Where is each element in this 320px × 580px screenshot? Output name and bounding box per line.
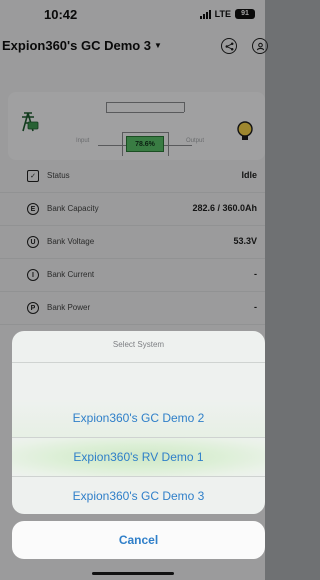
system-option-rv-demo-1[interactable]: Expion360's RV Demo 1 (12, 438, 265, 476)
select-system-sheet: Select System Expion360's GC Demo 2 Expi… (12, 331, 265, 514)
home-indicator (92, 572, 174, 575)
system-option-gc-demo-2[interactable]: Expion360's GC Demo 2 (12, 399, 265, 437)
divider (12, 362, 265, 363)
cancel-button[interactable]: Cancel (12, 521, 265, 559)
system-option-gc-demo-3[interactable]: Expion360's GC Demo 3 (12, 477, 265, 514)
sheet-title: Select System (112, 340, 165, 349)
